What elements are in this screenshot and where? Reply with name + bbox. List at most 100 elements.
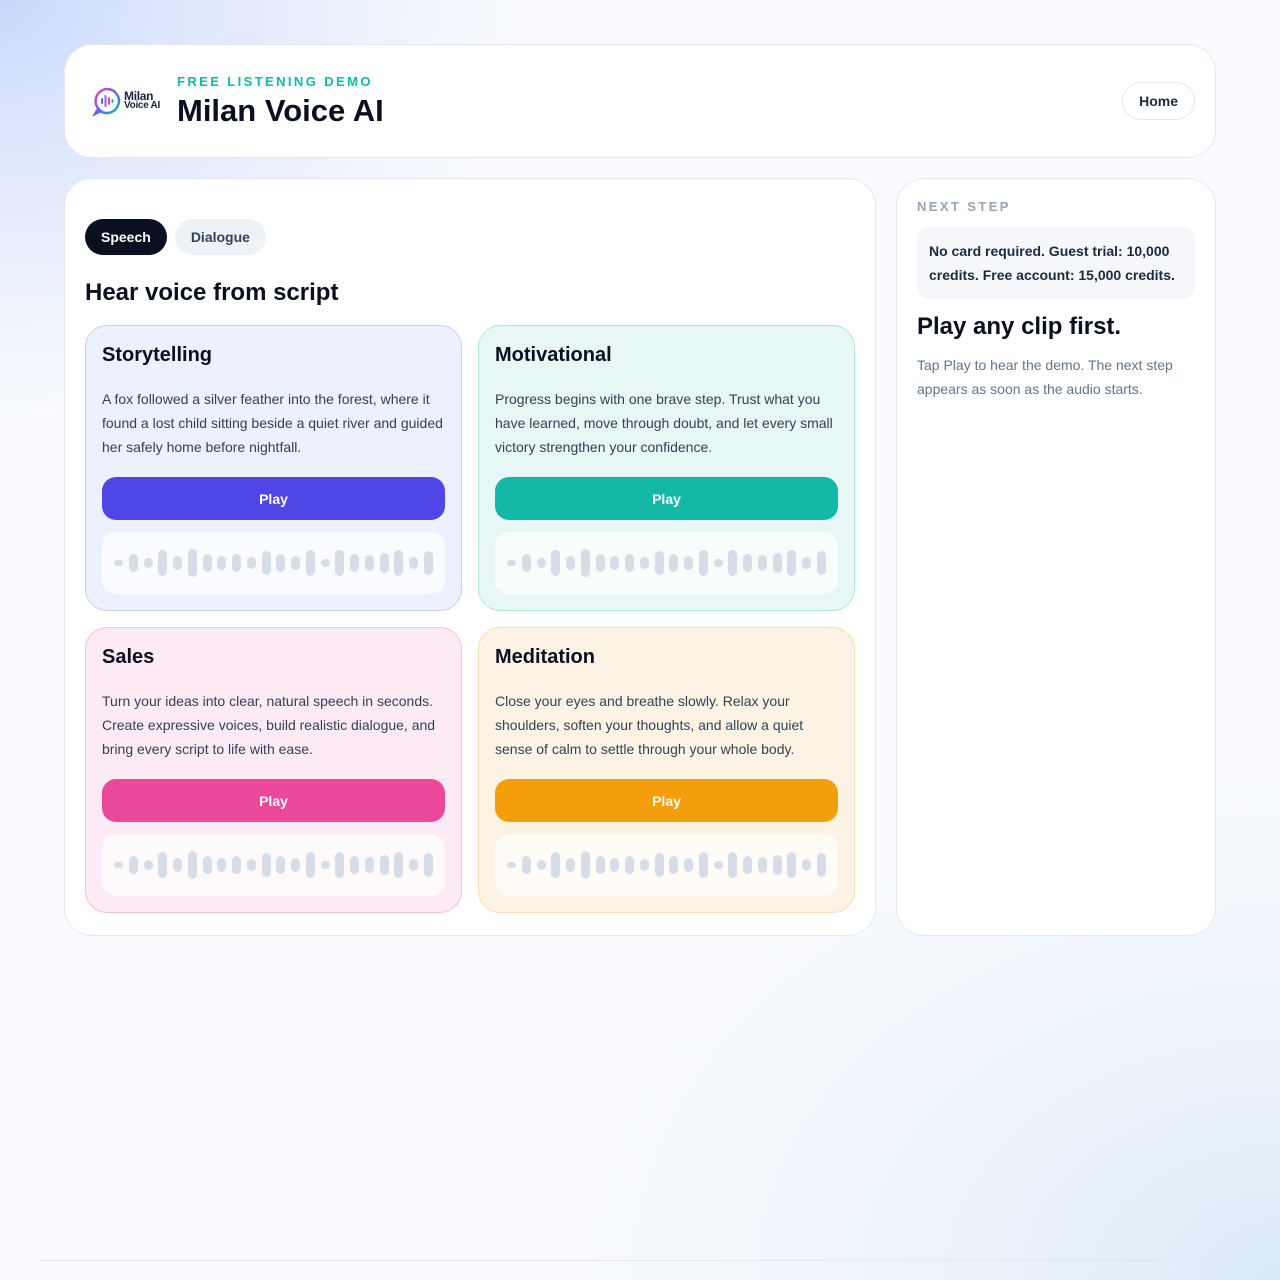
waveform-bar — [684, 857, 693, 872]
waveform-bar — [379, 552, 389, 573]
waveform-bar — [173, 555, 182, 570]
card-script: Progress begins with one brave step. Tru… — [495, 391, 833, 456]
waveform — [495, 531, 838, 594]
waveform-bar — [536, 859, 546, 870]
waveform-bar — [202, 855, 212, 874]
waveform-bar — [669, 855, 679, 874]
card-script: A fox followed a silver feather into the… — [102, 391, 443, 456]
waveform-bar — [379, 854, 389, 875]
waveform-bar — [114, 559, 123, 566]
waveform-bar — [625, 855, 634, 874]
waveform-bar — [173, 857, 182, 872]
waveform-bar — [217, 555, 227, 570]
card-title: Meditation — [495, 646, 595, 668]
waveform-bar — [787, 851, 797, 878]
waveform-bar — [394, 851, 404, 878]
waveform-bar — [261, 852, 271, 877]
waveform-bar — [728, 851, 738, 878]
waveform-bar — [551, 851, 561, 878]
waveform-bar — [335, 851, 345, 878]
logo-wordmark: Milan Voice AI — [124, 90, 160, 111]
waveform-bar — [536, 557, 546, 568]
waveform-bar — [128, 855, 138, 874]
waveform-bar — [261, 550, 271, 575]
waveform-bar — [276, 855, 286, 874]
sample-card-sales: Sales Turn your ideas into clear, natura… — [85, 627, 462, 913]
waveform-bar — [364, 554, 374, 571]
waveform-bar — [639, 858, 649, 871]
section-title: Hear voice from script — [85, 279, 339, 306]
waveform-bar — [566, 555, 575, 570]
card-title: Motivational — [495, 344, 612, 366]
page-title: Milan Voice AI — [177, 92, 384, 128]
waveform — [102, 833, 445, 896]
tab-dialogue[interactable]: Dialogue — [174, 219, 266, 255]
waveform-bar — [654, 550, 664, 575]
waveform-bar — [232, 855, 241, 874]
waveform-bar — [143, 557, 153, 568]
demo-panel: Speech Dialogue Hear voice from script S… — [64, 178, 876, 936]
credits-notice: No card required. Guest trial: 10,000 cr… — [917, 227, 1195, 299]
waveform-bar — [521, 553, 531, 572]
waveform-bar — [772, 854, 782, 875]
waveform-bar — [305, 549, 315, 576]
side-description: Tap Play to hear the demo. The next step… — [917, 357, 1173, 397]
waveform-bar — [787, 549, 797, 576]
logo-mic-icon — [92, 87, 121, 116]
logo-line-2: Voice AI — [124, 100, 160, 111]
waveform-bar — [158, 549, 168, 576]
waveform-bar — [757, 856, 767, 873]
waveform-bar — [743, 855, 752, 874]
waveform-bar — [394, 549, 404, 576]
waveform-bar — [698, 851, 708, 878]
waveform-bar — [320, 558, 330, 567]
sample-grid: Storytelling A fox followed a silver fea… — [85, 325, 855, 913]
waveform-bar — [580, 548, 590, 577]
play-button[interactable]: Play — [495, 779, 838, 822]
waveform-bar — [158, 851, 168, 878]
waveform-bar — [625, 553, 634, 572]
side-title: Play any clip first. — [917, 313, 1122, 340]
waveform-bar — [728, 549, 738, 576]
waveform-bar — [291, 857, 300, 872]
play-button[interactable]: Play — [102, 477, 445, 520]
waveform-bar — [610, 555, 620, 570]
waveform-bar — [409, 556, 418, 569]
waveform-bar — [669, 553, 679, 572]
header-text: FREE LISTENING DEMO Milan Voice AI — [177, 74, 1122, 129]
waveform-bar — [423, 852, 433, 877]
play-button[interactable]: Play — [495, 477, 838, 520]
waveform-bar — [202, 553, 212, 572]
waveform-bar — [610, 857, 620, 872]
waveform-bar — [816, 550, 826, 575]
card-title: Sales — [102, 646, 155, 668]
waveform-bar — [246, 556, 256, 569]
waveform-bar — [423, 550, 433, 575]
waveform-bar — [743, 553, 752, 572]
sample-card-storytelling: Storytelling A fox followed a silver fea… — [85, 325, 462, 611]
waveform-bar — [246, 858, 256, 871]
side-eyebrow: NEXT STEP — [917, 199, 1011, 214]
waveform-bar — [187, 548, 197, 577]
home-button[interactable]: Home — [1122, 82, 1195, 120]
header-eyebrow: FREE LISTENING DEMO — [177, 73, 373, 89]
next-step-panel: NEXT STEP No card required. Guest trial:… — [896, 178, 1216, 936]
waveform-bar — [551, 549, 561, 576]
waveform-bar — [802, 556, 811, 569]
waveform-bar — [276, 553, 286, 572]
waveform-bar — [217, 857, 227, 872]
header-bar: Milan Voice AI FREE LISTENING DEMO Milan… — [64, 44, 1216, 158]
waveform-bar — [507, 559, 516, 566]
play-button[interactable]: Play — [102, 779, 445, 822]
waveform-bar — [802, 858, 811, 871]
waveform-bar — [335, 549, 345, 576]
brand-logo[interactable]: Milan Voice AI — [89, 64, 163, 138]
waveform-bar — [507, 861, 516, 868]
footer-divider — [40, 1260, 1240, 1261]
card-title: Storytelling — [102, 344, 213, 366]
waveform-bar — [595, 553, 605, 572]
tab-speech[interactable]: Speech — [85, 219, 167, 255]
waveform-bar — [187, 850, 197, 879]
waveform-bar — [350, 553, 359, 572]
waveform-bar — [698, 549, 708, 576]
